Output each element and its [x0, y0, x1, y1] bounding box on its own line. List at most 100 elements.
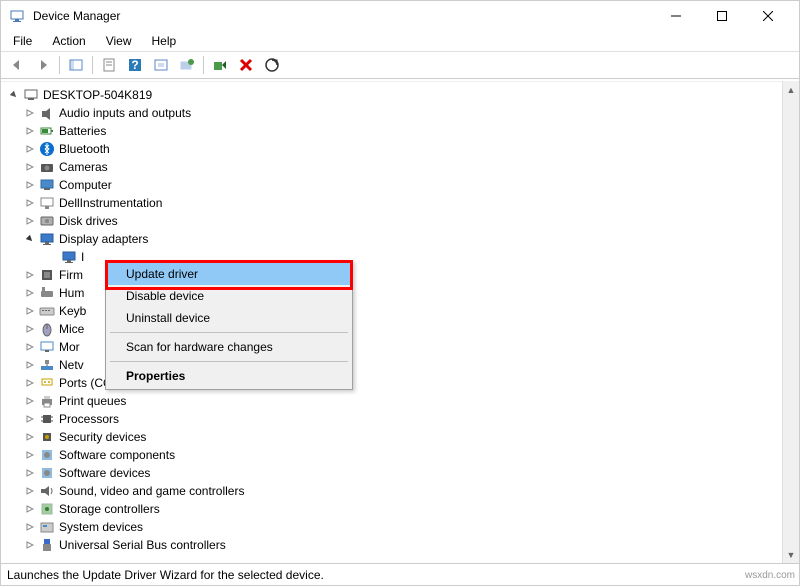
category-node[interactable]: Sound, video and game controllers — [1, 482, 799, 500]
titlebar: Device Manager — [1, 1, 799, 31]
usb-icon — [39, 537, 55, 553]
scroll-up-icon[interactable]: ▲ — [783, 81, 799, 98]
expander-icon[interactable] — [23, 394, 37, 408]
close-button[interactable] — [745, 1, 791, 31]
ctx-update-driver[interactable]: Update driver — [108, 263, 350, 285]
category-node[interactable]: DellInstrumentation — [1, 194, 799, 212]
vertical-scrollbar[interactable]: ▲ ▼ — [782, 81, 799, 563]
battery-icon — [39, 123, 55, 139]
menu-help[interactable]: Help — [144, 32, 185, 50]
ctx-properties[interactable]: Properties — [108, 365, 350, 387]
sound-icon — [39, 483, 55, 499]
category-node[interactable]: Universal Serial Bus controllers — [1, 536, 799, 554]
category-node[interactable]: Disk drives — [1, 212, 799, 230]
expander-icon[interactable] — [23, 214, 37, 228]
expander-icon[interactable] — [23, 124, 37, 138]
expander-icon[interactable] — [23, 430, 37, 444]
maximize-button[interactable] — [699, 1, 745, 31]
category-node[interactable]: Cameras — [1, 158, 799, 176]
scan-button[interactable] — [260, 54, 284, 76]
node-label: Processors — [59, 412, 119, 426]
system-icon — [39, 519, 55, 535]
menu-file[interactable]: File — [5, 32, 40, 50]
node-label: Universal Serial Bus controllers — [59, 538, 226, 552]
expander-icon[interactable] — [23, 358, 37, 372]
uninstall-button[interactable] — [234, 54, 258, 76]
expander-icon[interactable] — [23, 502, 37, 516]
expander-icon[interactable] — [23, 106, 37, 120]
category-node[interactable]: Software components — [1, 446, 799, 464]
show-hide-button[interactable] — [64, 54, 88, 76]
svg-text:?: ? — [131, 58, 138, 72]
firmware-icon — [39, 267, 55, 283]
expander-icon[interactable] — [23, 286, 37, 300]
category-node[interactable]: Print queues — [1, 392, 799, 410]
software-icon — [39, 447, 55, 463]
forward-button[interactable] — [31, 54, 55, 76]
ctx-scan-hardware[interactable]: Scan for hardware changes — [108, 336, 350, 358]
expander-icon[interactable] — [23, 268, 37, 282]
root-node[interactable]: DESKTOP-504K819 — [1, 86, 799, 104]
node-label: Storage controllers — [59, 502, 160, 516]
update-driver-button[interactable] — [175, 54, 199, 76]
category-node[interactable]: Computer — [1, 176, 799, 194]
category-node[interactable]: Storage controllers — [1, 500, 799, 518]
ctx-disable-device[interactable]: Disable device — [108, 285, 350, 307]
properties-button[interactable] — [97, 54, 121, 76]
expander-icon[interactable] — [7, 88, 21, 102]
category-node[interactable]: Bluetooth — [1, 140, 799, 158]
category-node[interactable]: Batteries — [1, 122, 799, 140]
expander-icon[interactable] — [23, 520, 37, 534]
expander-icon[interactable] — [23, 340, 37, 354]
display-icon — [61, 249, 77, 265]
expander-icon[interactable] — [23, 160, 37, 174]
category-node[interactable]: Processors — [1, 410, 799, 428]
app-icon — [9, 8, 25, 24]
keyboard-icon — [39, 303, 55, 319]
expander-icon[interactable] — [23, 538, 37, 552]
node-label: Security devices — [59, 430, 146, 444]
node-label: Cameras — [59, 160, 108, 174]
expander-icon[interactable] — [23, 376, 37, 390]
minimize-button[interactable] — [653, 1, 699, 31]
action-button[interactable] — [149, 54, 173, 76]
category-node[interactable]: Display adapters — [1, 230, 799, 248]
expander-icon[interactable] — [23, 196, 37, 210]
node-label: I — [81, 250, 84, 264]
back-button[interactable] — [5, 54, 29, 76]
ctx-uninstall-device[interactable]: Uninstall device — [108, 307, 350, 329]
camera-icon — [39, 159, 55, 175]
disk-icon — [39, 213, 55, 229]
expander-icon[interactable] — [23, 412, 37, 426]
category-node[interactable]: System devices — [1, 518, 799, 536]
node-label: Disk drives — [59, 214, 118, 228]
root-label: DESKTOP-504K819 — [43, 88, 152, 102]
separator — [203, 56, 204, 74]
expander-icon[interactable] — [23, 232, 37, 246]
expander-icon[interactable] — [23, 304, 37, 318]
help-button[interactable]: ? — [123, 54, 147, 76]
menu-action[interactable]: Action — [44, 32, 93, 50]
node-label: Mor — [59, 340, 80, 354]
storage-icon — [39, 501, 55, 517]
expander-icon[interactable] — [23, 142, 37, 156]
expander-icon[interactable] — [23, 484, 37, 498]
node-label: Audio inputs and outputs — [59, 106, 191, 120]
disable-button[interactable] — [208, 54, 232, 76]
category-node[interactable]: Software devices — [1, 464, 799, 482]
node-label: Software components — [59, 448, 175, 462]
category-node[interactable]: Security devices — [1, 428, 799, 446]
expander-icon[interactable] — [23, 448, 37, 462]
expander-icon[interactable] — [23, 466, 37, 480]
toolbar: ? — [1, 51, 799, 79]
window-controls — [653, 1, 791, 31]
expander-icon[interactable] — [23, 322, 37, 336]
node-label: System devices — [59, 520, 143, 534]
node-label: Sound, video and game controllers — [59, 484, 244, 498]
menubar: File Action View Help — [1, 31, 799, 51]
category-node[interactable]: Audio inputs and outputs — [1, 104, 799, 122]
expander-icon[interactable] — [23, 178, 37, 192]
network-icon — [39, 357, 55, 373]
scroll-down-icon[interactable]: ▼ — [783, 546, 799, 563]
menu-view[interactable]: View — [98, 32, 140, 50]
